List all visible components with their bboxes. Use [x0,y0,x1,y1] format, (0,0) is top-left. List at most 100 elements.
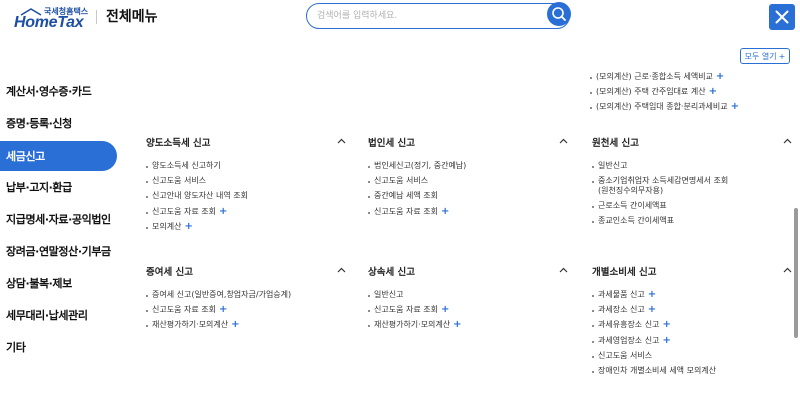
section-withholding-tax: 원천세 신고 일반신고 중소기업취업자 소득세감면명세서 조회 (원천징수의무자용… [592,133,792,231]
section-title: 양도소득세 신고 [146,138,211,149]
list-item[interactable]: 과세물품 신고 + [592,290,792,300]
plus-icon: + [778,51,786,61]
plus-icon: + [184,220,193,232]
list-item[interactable]: 종교인소득 간이세액표 [592,216,792,226]
sidebar-item-certificate[interactable]: 증명·등록·신청 [0,108,117,138]
header-divider [96,10,97,24]
sidebar-item-label: 증명·등록·신청 [6,117,72,130]
sidebar-item-label: 상담·불복·제보 [6,277,72,290]
list-item[interactable]: 근로소득 간이세액표 [592,201,792,211]
list-item[interactable]: (모의계산) 주택임대 종합·분리과세비교 + [590,102,739,112]
section-header[interactable]: 양도소득세 신고 [146,133,346,151]
expand-all-label: 모두 열기 [744,51,777,61]
section-header[interactable]: 원천세 신고 [592,133,792,151]
list-item[interactable]: (모의계산) 주택 간주임대료 계산 + [590,87,739,97]
sidebar-item-etc[interactable]: 기타 [0,332,117,362]
plus-icon: + [218,304,228,316]
plus-icon: + [708,86,717,98]
section-capital-gains: 양도소득세 신고 양도소득세 신고하기 신고도움 서비스 신고안내 양도자산 내… [146,133,346,237]
section-corporate-tax: 법인세 신고 법인세신고(정기, 중간예납) 신고도움 서비스 중간예납 세액 … [368,133,568,222]
list-item[interactable]: 과세장소 신고 + [592,305,792,315]
list-item[interactable]: 신고도움 자료 조회 + [146,205,346,217]
list-item[interactable]: 신고도움 자료 조회 + [368,305,568,315]
plus-icon: + [231,319,240,331]
page-title: 전체메뉴 [106,9,158,25]
sidebar-item-label: 지급명세·자료·공익법인 [6,213,111,226]
list-item[interactable]: 신고도움 서비스 [592,351,792,361]
section-title: 개별소비세 신고 [592,267,657,278]
section-title: 증여세 신고 [146,267,194,278]
expand-all-button[interactable]: 모두 열기 + [740,48,790,64]
logo-text: HomeTax [14,14,84,31]
section-title: 원천세 신고 [592,138,640,149]
list-item[interactable]: 신고도움 자료 조회 + [368,205,568,217]
sidebar-item-consulting[interactable]: 상담·불복·제보 [0,268,117,298]
list-item[interactable]: 증여세 신고(일반증여,창업자금/가업승계) [146,290,346,300]
plus-icon: + [715,71,725,82]
section-inheritance-tax: 상속세 신고 일반신고 신고도움 자료 조회 + 재산평가하기·모의계산 + [368,262,568,336]
plus-icon: + [730,101,740,113]
plus-icon: + [440,205,450,217]
sidebar-item-tax-filing[interactable]: 세금신고 [0,141,117,171]
sidebar-item-label: 계산서·영수증·카드 [6,85,92,98]
plus-icon: + [647,289,657,300]
list-item[interactable]: 중소기업취업자 소득세감면명세서 조회 (원천징수의무자용) [592,176,792,196]
sidebar-item-label: 납부·고지·환급 [6,181,72,194]
chevron-up-icon [559,267,568,273]
sidebar-item-invoice[interactable]: 계산서·영수증·카드 [0,76,117,106]
list-item[interactable]: 신고안내 양도자산 내역 조회 [146,191,346,201]
list-item[interactable]: 신고도움 서비스 [146,176,346,186]
chevron-up-icon [783,267,792,273]
sidebar: 계산서·영수증·카드 증명·등록·신청 세금신고 납부·고지·환급 지급명세·자… [0,72,120,400]
plus-icon: + [647,304,657,316]
sidebar-item-label: 기타 [6,341,26,354]
section-header[interactable]: 증여세 신고 [146,262,346,280]
plus-icon: + [662,334,671,346]
search-button[interactable] [547,2,571,26]
plus-icon: + [662,319,671,331]
section-header[interactable]: 법인세 신고 [368,133,568,151]
hometax-logo[interactable]: 국세청홈택스 HomeTax [14,4,88,34]
sidebar-item-incentive[interactable]: 장려금·연말정산·기부금 [0,236,117,266]
sidebar-item-payment[interactable]: 납부·고지·환급 [0,172,117,202]
close-button[interactable] [769,4,795,30]
section-gift-tax: 증여세 신고 증여세 신고(일반증여,창업자금/가업승계) 신고도움 자료 조회… [146,262,346,336]
scrollbar[interactable] [793,72,799,400]
plus-icon: + [218,205,228,217]
header: 국세청홈택스 HomeTax 전체메뉴 모두 열기 + [0,0,800,68]
list-item[interactable]: (모의계산) 근로·종합소득 세액비교 + [590,72,739,82]
list-item[interactable]: 법인세신고(정기, 중간예납) [368,161,568,171]
list-item[interactable]: 양도소득세 신고하기 [146,161,346,171]
sidebar-item-label: 장려금·연말정산·기부금 [6,245,111,258]
plus-icon: + [440,304,450,316]
chevron-up-icon [559,138,568,144]
sidebar-item-statement[interactable]: 지급명세·자료·공익법인 [0,204,117,234]
list-item[interactable]: 중간예납 세액 조회 [368,191,568,201]
list-item[interactable]: 신고도움 서비스 [368,176,568,186]
plus-icon: + [453,319,462,331]
sidebar-item-label: 세무대리·납세관리 [6,309,88,322]
chevron-up-icon [337,138,346,144]
scrollbar-thumb[interactable] [794,208,798,338]
list-item[interactable]: 장애인차 개별소비세 세액 모의계산 [592,366,792,376]
search-icon [552,7,566,21]
sidebar-item-agent[interactable]: 세무대리·납세관리 [0,300,117,330]
list-item[interactable]: 과세유흥장소 신고 + [592,320,792,330]
list-item[interactable]: 일반신고 [592,161,792,171]
list-item[interactable]: 재산평가하기·모의계산 + [146,320,346,330]
list-item[interactable]: 일반신고 [368,290,568,300]
chevron-up-icon [783,138,792,144]
list-item[interactable]: 재산평가하기·모의계산 + [368,320,568,330]
list-item[interactable]: 신고도움 자료 조회 + [146,305,346,315]
list-item-subtext: (원천징수의무자용) [598,186,664,196]
search-box [306,3,570,29]
section-header[interactable]: 개별소비세 신고 [592,262,792,280]
list-item[interactable]: 모의계산 + [146,220,346,232]
section-header[interactable]: 상속세 신고 [368,262,568,280]
section-title: 법인세 신고 [368,138,416,149]
search-input[interactable] [317,7,537,25]
chevron-up-icon [337,267,346,273]
mock-calc-list: (모의계산) 근로·종합소득 세액비교 + (모의계산) 주택 간주임대료 계산 +… [590,72,739,118]
section-excise-tax: 개별소비세 신고 과세물품 신고 + 과세장소 신고 + 과세유흥장소 신고 + 과세… [592,262,792,381]
list-item[interactable]: 과세영업장소 신고 + [592,334,792,346]
